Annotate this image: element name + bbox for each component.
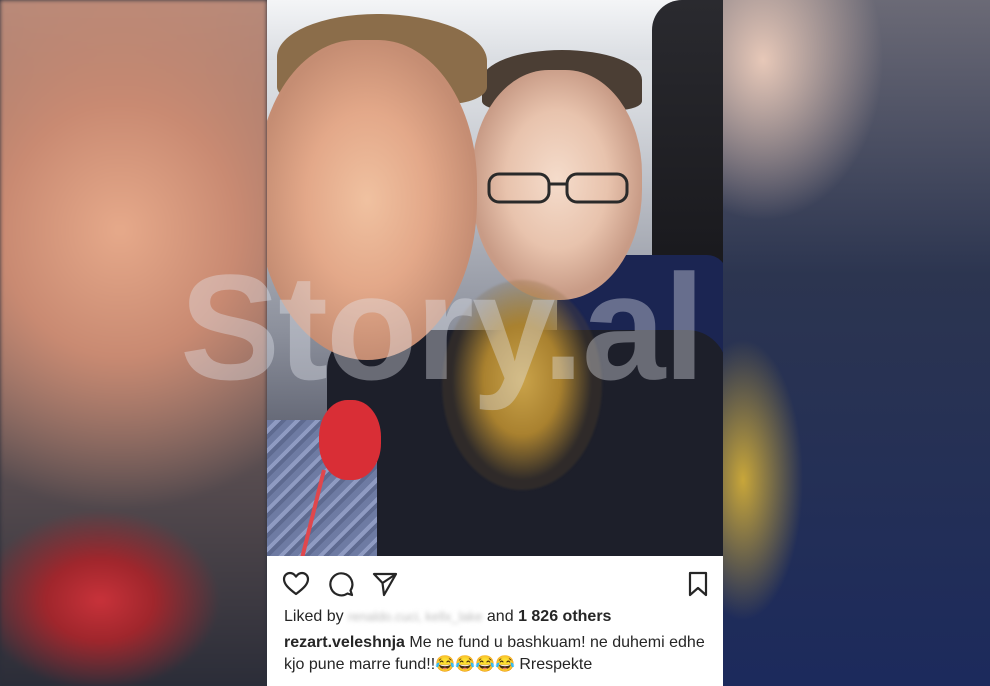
blurred-background-right bbox=[723, 0, 990, 686]
caption-text-line1: Me ne fund u bashkuam! ne duhemi edhe bbox=[409, 634, 705, 651]
likes-count[interactable]: 1 826 others bbox=[518, 608, 611, 625]
heart-icon[interactable] bbox=[281, 570, 311, 598]
caption-username[interactable]: rezart.veleshnja bbox=[284, 634, 405, 651]
post-action-bar bbox=[267, 560, 723, 606]
left-person-face bbox=[267, 40, 477, 360]
glasses bbox=[487, 172, 629, 204]
post-photo[interactable] bbox=[267, 0, 723, 556]
likes-line: Liked by renaldo.cuci, kellx_lake and 1 … bbox=[284, 608, 714, 630]
red-headphone bbox=[319, 400, 381, 480]
send-icon[interactable] bbox=[370, 570, 400, 598]
fur-hood bbox=[442, 280, 602, 490]
blurred-background-left bbox=[0, 0, 267, 686]
and-label: and bbox=[486, 608, 514, 625]
comment-icon[interactable] bbox=[326, 570, 356, 598]
caption-text-line2: kjo pune marre fund!!😂😂😂😂 Rrespekte bbox=[284, 656, 593, 673]
post-caption: rezart.veleshnja Me ne fund u bashkuam! … bbox=[284, 632, 714, 676]
bookmark-icon[interactable] bbox=[683, 570, 713, 598]
liked-by-users[interactable]: renaldo.cuci, kellx_lake bbox=[348, 609, 482, 624]
instagram-post: Liked by renaldo.cuci, kellx_lake and 1 … bbox=[267, 0, 723, 686]
liked-by-label: Liked by bbox=[284, 608, 344, 625]
